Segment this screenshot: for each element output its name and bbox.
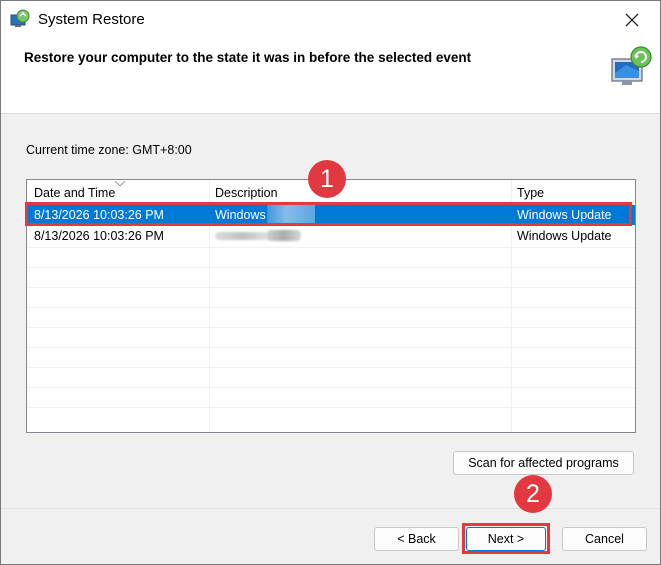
timezone-label: Current time zone: GMT+8:00 (26, 143, 192, 157)
annotation-highlight-next (462, 523, 550, 554)
row-gridline (27, 267, 635, 268)
scan-affected-programs-button[interactable]: Scan for affected programs (453, 451, 634, 475)
title-bar: System Restore (1, 1, 660, 39)
footer-divider (1, 508, 660, 509)
table-row[interactable]: 8/13/2026 10:03:26 PM Windows Update (27, 226, 635, 246)
close-icon (625, 13, 639, 27)
column-header-date-label: Date and Time (34, 186, 116, 200)
system-restore-monitor-icon (611, 46, 652, 85)
header-instruction: Restore your computer to the state it wa… (24, 50, 472, 65)
row-date: 8/13/2026 10:03:26 PM (34, 229, 164, 243)
annotation-highlight-selected-row (25, 202, 632, 226)
window-title: System Restore (38, 11, 145, 28)
row-gridline (27, 247, 635, 248)
wizard-header: Restore your computer to the state it wa… (1, 39, 660, 114)
row-gridline (27, 407, 635, 408)
redacted-text (215, 232, 271, 240)
row-gridline (27, 387, 635, 388)
system-restore-window: System Restore Restore your computer to … (0, 0, 661, 565)
column-header-description-label: Description (215, 186, 278, 200)
row-gridline (27, 327, 635, 328)
row-type: Windows Update (517, 229, 612, 243)
column-header-type[interactable]: Type (512, 180, 635, 202)
row-gridline (27, 287, 635, 288)
column-header-date[interactable]: Date and Time (27, 180, 209, 202)
row-gridline (27, 347, 635, 348)
system-restore-icon (10, 9, 30, 27)
redacted-text (267, 230, 301, 241)
close-button[interactable] (610, 4, 654, 36)
annotation-badge-1: 1 (308, 160, 346, 198)
column-header-description[interactable]: Description (210, 180, 511, 202)
row-gridline (27, 307, 635, 308)
row-gridline (27, 367, 635, 368)
annotation-badge-2: 2 (514, 475, 552, 513)
column-header-type-label: Type (517, 186, 545, 200)
cancel-button[interactable]: Cancel (562, 527, 647, 551)
sort-arrow-icon (114, 181, 126, 187)
back-button[interactable]: < Back (374, 527, 459, 551)
